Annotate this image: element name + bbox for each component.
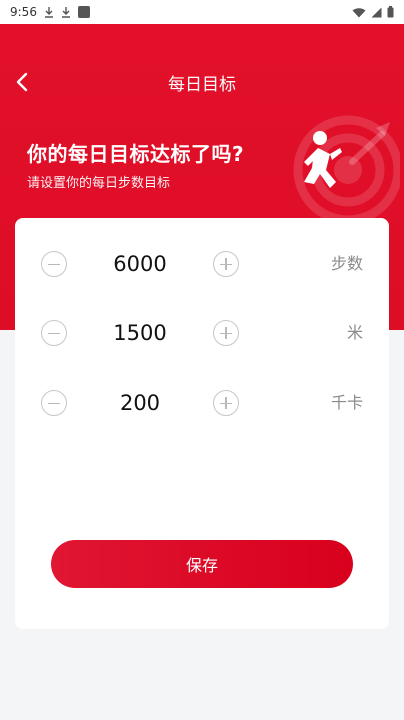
page-title: 每日目标 (168, 75, 236, 95)
notification-icon (77, 6, 90, 18)
decrease-calories-button[interactable] (41, 390, 67, 416)
status-right (352, 6, 394, 18)
increase-calories-button[interactable] (213, 390, 239, 416)
goal-row-steps: 6000 步数 (15, 244, 389, 284)
wifi-icon (352, 7, 366, 18)
calories-value: 200 (119, 391, 161, 415)
save-button[interactable]: 保存 (51, 540, 353, 588)
steps-value: 6000 (113, 252, 167, 276)
distance-value: 1500 (113, 321, 167, 345)
battery-icon (387, 6, 394, 18)
increase-steps-button[interactable] (213, 251, 239, 277)
status-bar: 9:56 (0, 0, 404, 24)
download-icon (61, 6, 71, 18)
goal-row-distance: 1500 米 (15, 313, 389, 353)
decrease-distance-button[interactable] (41, 320, 67, 346)
steps-unit: 步数 (330, 254, 363, 273)
status-left: 9:56 (10, 5, 90, 19)
calories-unit: 千卡 (330, 393, 363, 412)
goal-card: 6000 步数 1500 米 200 千卡 保存 (15, 218, 389, 629)
subheadline: 请设置你的每日步数目标 (27, 176, 171, 191)
goal-row-calories: 200 千卡 (15, 383, 389, 423)
distance-unit: 米 (346, 323, 363, 342)
headline: 你的每日目标达标了吗? (27, 142, 245, 166)
status-time: 9:56 (10, 5, 37, 19)
runner-target-icon (290, 112, 403, 225)
decrease-steps-button[interactable] (41, 251, 67, 277)
increase-distance-button[interactable] (213, 320, 239, 346)
download-icon (44, 6, 54, 18)
signal-icon (371, 7, 382, 18)
